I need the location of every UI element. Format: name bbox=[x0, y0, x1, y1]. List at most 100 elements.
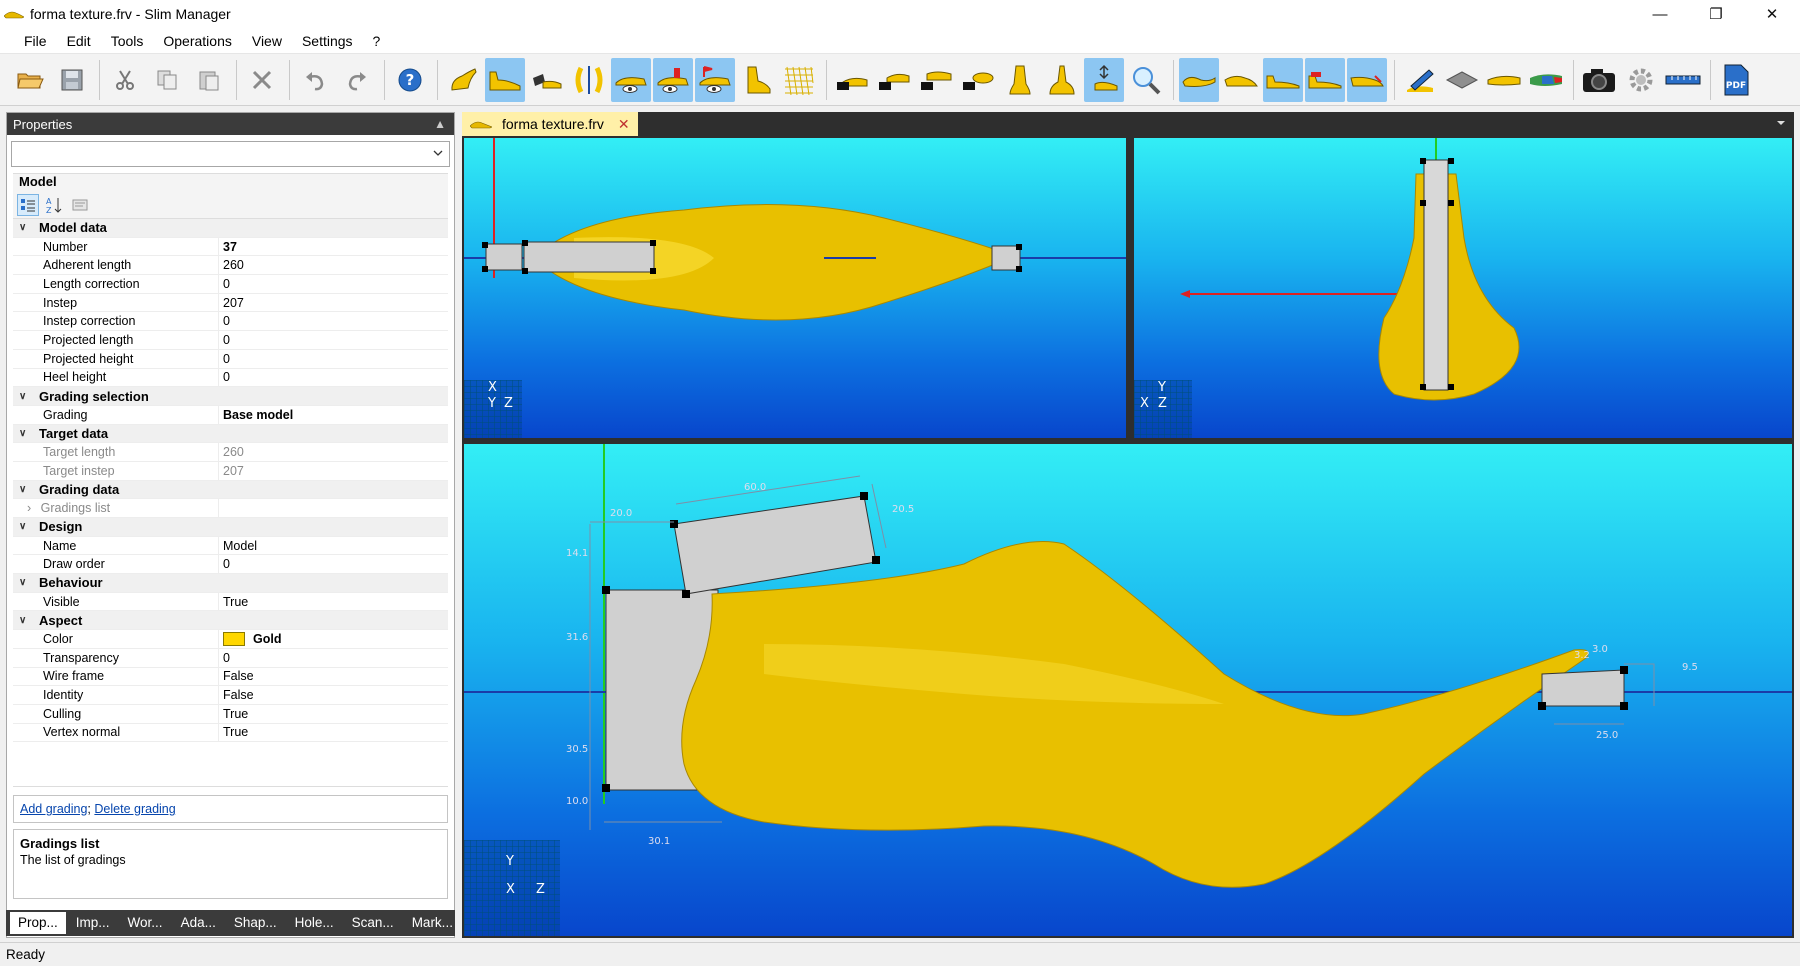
restore-button[interactable]: ❐ bbox=[1688, 0, 1744, 28]
property-category[interactable]: ∨ Grading data bbox=[13, 480, 448, 500]
property-value[interactable]: 260 bbox=[218, 256, 448, 275]
property-value[interactable]: 260 bbox=[218, 443, 448, 461]
view-measure-3-button[interactable] bbox=[695, 57, 735, 102]
sole-tool-button[interactable] bbox=[485, 57, 525, 102]
property-value[interactable]: False bbox=[218, 686, 448, 704]
menu-tools[interactable]: Tools bbox=[101, 28, 154, 54]
shoe-last-tool-button[interactable] bbox=[443, 58, 483, 102]
property-value[interactable]: 0 bbox=[218, 555, 448, 574]
property-row[interactable]: Instep 207 bbox=[13, 293, 448, 313]
property-value[interactable]: Model bbox=[218, 536, 448, 555]
plane-button[interactable] bbox=[1442, 58, 1482, 102]
property-row[interactable]: Adherent length 260 bbox=[13, 256, 448, 276]
property-row[interactable]: Culling True bbox=[13, 704, 448, 724]
mesh-tool-button[interactable] bbox=[779, 58, 819, 102]
property-pages-button[interactable] bbox=[69, 194, 91, 216]
property-value[interactable]: 0 bbox=[218, 331, 448, 349]
document-tab[interactable]: forma texture.frv ✕ bbox=[462, 112, 638, 136]
tab-scan[interactable]: Scan... bbox=[344, 912, 402, 934]
tab-adapt[interactable]: Ada... bbox=[173, 912, 224, 934]
property-row[interactable]: Identity False bbox=[13, 686, 448, 705]
property-value[interactable]: 0 bbox=[218, 368, 448, 387]
add-grading-link[interactable]: Add grading bbox=[20, 802, 87, 816]
property-value[interactable]: 0 bbox=[218, 275, 448, 293]
pin-icon[interactable]: ▲ bbox=[434, 117, 446, 131]
menu-file[interactable]: File bbox=[14, 28, 57, 54]
property-value[interactable]: 37 bbox=[218, 237, 448, 256]
pdf-export-button[interactable]: PDF bbox=[1716, 58, 1756, 102]
property-row[interactable]: Vertex normal True bbox=[13, 723, 448, 743]
camera-view-4-button[interactable] bbox=[958, 58, 998, 102]
camera-view-3-button[interactable] bbox=[916, 58, 956, 102]
property-row[interactable]: Grading Base model bbox=[13, 405, 448, 425]
vertical-view-button[interactable] bbox=[1000, 58, 1040, 102]
help-button[interactable]: ? bbox=[390, 58, 430, 102]
chevron-down-icon[interactable]: ∨ bbox=[19, 428, 39, 439]
alphabetical-button[interactable]: AZ bbox=[43, 194, 65, 216]
property-row[interactable]: Transparency 0 bbox=[13, 648, 448, 668]
symmetry-tool-button[interactable] bbox=[569, 58, 609, 102]
property-row[interactable]: Heel height 0 bbox=[13, 368, 448, 388]
tab-properties[interactable]: Prop... bbox=[10, 912, 66, 934]
shape-4-button[interactable] bbox=[1305, 57, 1345, 102]
property-category[interactable]: ∨ Design bbox=[13, 518, 448, 537]
undo-button[interactable] bbox=[295, 58, 335, 102]
property-value[interactable]: True bbox=[218, 592, 448, 611]
flatten-button[interactable] bbox=[1484, 58, 1524, 102]
open-button[interactable] bbox=[10, 58, 50, 102]
tab-work[interactable]: Wor... bbox=[120, 912, 171, 934]
minimize-button[interactable]: — bbox=[1632, 0, 1688, 28]
delete-grading-link[interactable]: Delete grading bbox=[94, 802, 175, 816]
view-measure-1-button[interactable] bbox=[611, 57, 651, 102]
property-value[interactable]: 207 bbox=[218, 461, 448, 480]
shape-2-button[interactable] bbox=[1221, 58, 1261, 102]
shape-5-button[interactable] bbox=[1347, 57, 1387, 102]
property-category[interactable]: ∨ Aspect bbox=[13, 611, 448, 631]
property-value[interactable]: False bbox=[218, 667, 448, 686]
property-category[interactable]: ∨ Behaviour bbox=[13, 574, 448, 593]
top-viewport[interactable]: X Y Z bbox=[464, 138, 1126, 438]
camera-view-2-button[interactable] bbox=[874, 58, 914, 102]
property-row[interactable]: Wire frame False bbox=[13, 667, 448, 687]
chevron-down-icon[interactable]: ∨ bbox=[19, 521, 39, 532]
property-value[interactable]: 207 bbox=[218, 293, 448, 312]
menu-operations[interactable]: Operations bbox=[153, 28, 241, 54]
paste-button[interactable] bbox=[189, 58, 229, 102]
tab-shape[interactable]: Shap... bbox=[226, 912, 285, 934]
settings-button[interactable] bbox=[1621, 58, 1661, 102]
property-row[interactable]: Target instep 207 bbox=[13, 461, 448, 481]
copy-button[interactable] bbox=[147, 58, 187, 102]
cut-button[interactable] bbox=[105, 58, 145, 102]
property-value[interactable]: 0 bbox=[218, 349, 448, 368]
view-measure-2-button[interactable] bbox=[653, 57, 693, 102]
menu-view[interactable]: View bbox=[242, 28, 292, 54]
chevron-down-icon[interactable]: ∨ bbox=[19, 222, 39, 233]
property-row[interactable]: Draw order 0 bbox=[13, 555, 448, 575]
property-value[interactable]: 0 bbox=[218, 312, 448, 331]
camera-view-1-button[interactable] bbox=[832, 58, 872, 102]
chevron-down-icon[interactable]: ∨ bbox=[19, 615, 39, 626]
property-value[interactable] bbox=[218, 499, 448, 517]
property-row[interactable]: Visible True bbox=[13, 592, 448, 612]
property-row[interactable]: Color Gold bbox=[13, 630, 448, 649]
property-row[interactable]: Instep correction 0 bbox=[13, 312, 448, 332]
menu-help[interactable]: ? bbox=[363, 28, 391, 54]
close-tab-icon[interactable]: ✕ bbox=[618, 116, 630, 133]
property-row[interactable]: Length correction 0 bbox=[13, 275, 448, 294]
side-viewport[interactable]: 60.0 20.0 20.5 14.1 31.6 30.5 10.0 30.1 … bbox=[464, 444, 1792, 936]
property-row[interactable]: Name Model bbox=[13, 536, 448, 556]
screenshot-button[interactable] bbox=[1579, 58, 1619, 102]
tab-holes[interactable]: Hole... bbox=[287, 912, 342, 934]
property-row[interactable]: › Gradings list bbox=[13, 499, 448, 518]
fit-view-button[interactable] bbox=[1084, 57, 1124, 102]
chevron-down-icon[interactable]: ∨ bbox=[19, 484, 39, 495]
property-category[interactable]: ∨ Grading selection bbox=[13, 387, 448, 406]
chevron-right-icon[interactable]: › bbox=[27, 501, 35, 515]
draw-button[interactable] bbox=[1400, 58, 1440, 102]
tab-markers[interactable]: Mark... bbox=[404, 912, 461, 934]
property-value[interactable]: Base model bbox=[218, 405, 448, 424]
menu-edit[interactable]: Edit bbox=[57, 28, 101, 54]
delete-button[interactable] bbox=[242, 58, 282, 102]
property-value[interactable]: 0 bbox=[218, 648, 448, 667]
heel-tool-button[interactable] bbox=[527, 58, 567, 102]
